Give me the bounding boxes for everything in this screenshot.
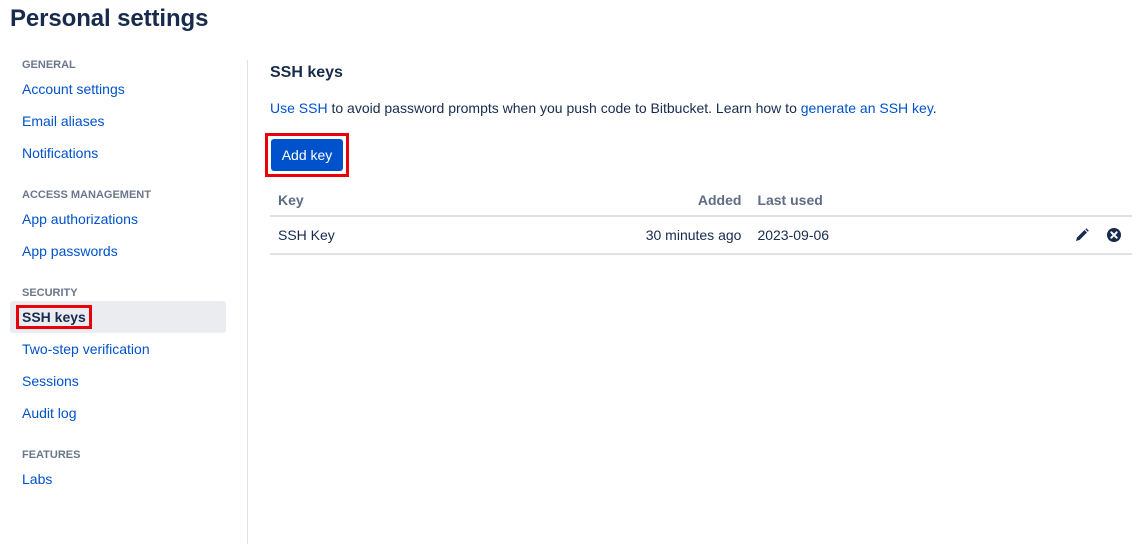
table-header-row: Key Added Last used <box>270 185 1132 217</box>
sidebar-item-label: Account settings <box>22 81 125 97</box>
intro-text-body: to avoid password prompts when you push … <box>327 100 801 116</box>
close-circle-icon[interactable] <box>1104 225 1124 245</box>
sidebar-item-label: Labs <box>22 471 53 487</box>
sidebar-divider <box>247 60 248 544</box>
use-ssh-link[interactable]: Use SSH <box>270 100 328 116</box>
column-header-last-used: Last used <box>749 185 1056 217</box>
sidebar-item-two-step-verification[interactable]: Two-step verification <box>10 333 226 365</box>
cell-added: 30 minutes ago <box>343 216 750 255</box>
generate-ssh-key-link[interactable]: generate an SSH key <box>801 100 933 116</box>
nav-heading-features: FEATURES <box>22 449 81 461</box>
cell-last-used: 2023-09-06 <box>749 216 1056 255</box>
column-header-key: Key <box>270 185 344 217</box>
pencil-icon[interactable] <box>1072 225 1092 245</box>
sidebar-item-label: Two-step verification <box>22 341 150 357</box>
nav-heading-general: GENERAL <box>22 59 76 71</box>
sidebar-item-label: Sessions <box>22 373 79 389</box>
sidebar-item-label: Email aliases <box>22 113 105 129</box>
sidebar-item-label: App passwords <box>22 243 118 259</box>
sidebar-item-label: Notifications <box>22 145 99 161</box>
sidebar-item-app-authorizations[interactable]: App authorizations <box>10 203 226 235</box>
intro-text: Use SSH to avoid password prompts when y… <box>270 94 1132 122</box>
intro-text-end: . <box>932 100 937 116</box>
nav-group-general: GENERAL Account settings Email aliases N… <box>10 57 226 169</box>
cell-key-label: SSH Key <box>270 216 344 255</box>
nav-group-access-management: ACCESS MANAGEMENT App authorizations App… <box>10 187 226 267</box>
table-row: SSH Key 30 minutes ago 2023-09-06 <box>270 216 1132 255</box>
sidebar-item-sessions[interactable]: Sessions <box>10 365 226 397</box>
nav-heading-security: SECURITY <box>22 287 78 299</box>
sidebar-item-account-settings[interactable]: Account settings <box>10 73 226 105</box>
nav-group-security: SECURITY SSH keys Two-step verification … <box>10 285 226 429</box>
ssh-keys-panel: SSH keys Use SSH to avoid password promp… <box>265 57 1132 255</box>
add-key-highlight: Add key <box>265 133 349 177</box>
column-header-added: Added <box>343 185 750 217</box>
sidebar-item-app-passwords[interactable]: App passwords <box>10 235 226 267</box>
nav-heading-access-management: ACCESS MANAGEMENT <box>22 189 151 201</box>
sidebar-item-email-aliases[interactable]: Email aliases <box>10 105 226 137</box>
sidebar-item-notifications[interactable]: Notifications <box>10 137 226 169</box>
sidebar-item-ssh-keys[interactable]: SSH keys <box>10 301 226 333</box>
settings-sidebar: GENERAL Account settings Email aliases N… <box>10 57 226 495</box>
sidebar-item-label: Audit log <box>22 405 77 421</box>
nav-group-features: FEATURES Labs <box>10 447 226 495</box>
column-header-actions <box>1055 185 1132 217</box>
sidebar-item-labs[interactable]: Labs <box>10 463 226 495</box>
sidebar-item-audit-log[interactable]: Audit log <box>10 397 226 429</box>
sidebar-item-label: App authorizations <box>22 211 138 227</box>
ssh-keys-table: Key Added Last used SSH Key 30 minutes a… <box>270 185 1132 255</box>
page-title: Personal settings <box>10 5 209 32</box>
row-actions <box>1055 216 1132 255</box>
sidebar-item-label: SSH keys <box>16 305 92 329</box>
add-key-button[interactable]: Add key <box>271 139 343 171</box>
section-title: SSH keys <box>270 64 343 81</box>
